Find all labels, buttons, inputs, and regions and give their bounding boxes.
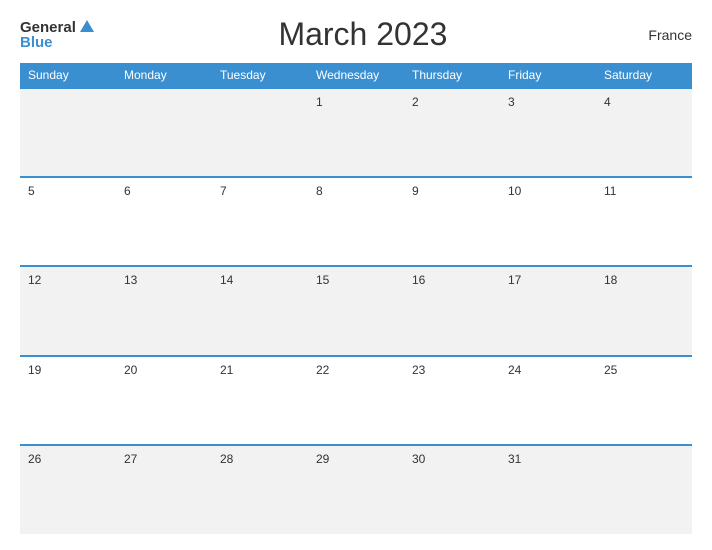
day-cell-2: 2: [404, 88, 500, 177]
day-number: 19: [28, 363, 41, 377]
day-cell-15: 15: [308, 266, 404, 355]
country-label: France: [632, 27, 692, 43]
day-number: 30: [412, 452, 425, 466]
day-number: 22: [316, 363, 329, 377]
day-cell-23: 23: [404, 356, 500, 445]
logo: General Blue: [20, 20, 94, 50]
empty-cell: [116, 88, 212, 177]
week-row-5: 26 27 28 29 30 31: [20, 445, 692, 534]
day-number: 14: [220, 273, 233, 287]
logo-blue-text: Blue: [20, 35, 94, 50]
day-cell-12: 12: [20, 266, 116, 355]
week-row-3: 12 13 14 15 16 17 18: [20, 266, 692, 355]
day-cell-5: 5: [20, 177, 116, 266]
day-number: 4: [604, 95, 611, 109]
day-number: 8: [316, 184, 323, 198]
logo-triangle-icon: [80, 20, 94, 32]
day-cell-27: 27: [116, 445, 212, 534]
day-number: 12: [28, 273, 41, 287]
day-number: 7: [220, 184, 227, 198]
empty-cell: [20, 88, 116, 177]
day-number: 17: [508, 273, 521, 287]
day-number: 9: [412, 184, 419, 198]
day-cell-13: 13: [116, 266, 212, 355]
day-number: 26: [28, 452, 41, 466]
day-cell-26: 26: [20, 445, 116, 534]
day-cell-22: 22: [308, 356, 404, 445]
week-row-1: 1 2 3 4: [20, 88, 692, 177]
day-cell-20: 20: [116, 356, 212, 445]
day-cell-9: 9: [404, 177, 500, 266]
day-number: 24: [508, 363, 521, 377]
day-cell-19: 19: [20, 356, 116, 445]
calendar-table: SundayMondayTuesdayWednesdayThursdayFrid…: [20, 63, 692, 534]
calendar-title: March 2023: [278, 16, 447, 53]
day-cell-8: 8: [308, 177, 404, 266]
day-cell-17: 17: [500, 266, 596, 355]
calendar-header: SundayMondayTuesdayWednesdayThursdayFrid…: [20, 63, 692, 88]
day-number: 23: [412, 363, 425, 377]
day-cell-11: 11: [596, 177, 692, 266]
week-row-2: 5 6 7 8 9 10 11: [20, 177, 692, 266]
empty-cell: [596, 445, 692, 534]
day-cell-31: 31: [500, 445, 596, 534]
day-number: 16: [412, 273, 425, 287]
day-cell-30: 30: [404, 445, 500, 534]
week-row-4: 19 20 21 22 23 24 25: [20, 356, 692, 445]
day-cell-21: 21: [212, 356, 308, 445]
day-cell-16: 16: [404, 266, 500, 355]
page-header: General Blue March 2023 France: [20, 16, 692, 53]
day-header-thursday: Thursday: [404, 63, 500, 88]
day-number: 31: [508, 452, 521, 466]
day-number: 18: [604, 273, 617, 287]
day-number: 29: [316, 452, 329, 466]
calendar-body: 1234567891011121314151617181920212223242…: [20, 88, 692, 534]
day-cell-3: 3: [500, 88, 596, 177]
day-number: 25: [604, 363, 617, 377]
day-number: 6: [124, 184, 131, 198]
day-number: 11: [604, 184, 616, 198]
day-header-wednesday: Wednesday: [308, 63, 404, 88]
day-header-friday: Friday: [500, 63, 596, 88]
empty-cell: [212, 88, 308, 177]
day-cell-29: 29: [308, 445, 404, 534]
day-cell-6: 6: [116, 177, 212, 266]
day-number: 21: [220, 363, 233, 377]
day-number: 10: [508, 184, 521, 198]
day-number: 27: [124, 452, 137, 466]
day-header-tuesday: Tuesday: [212, 63, 308, 88]
day-number: 5: [28, 184, 35, 198]
day-number: 3: [508, 95, 515, 109]
day-cell-25: 25: [596, 356, 692, 445]
day-number: 28: [220, 452, 233, 466]
day-cell-18: 18: [596, 266, 692, 355]
day-header-monday: Monday: [116, 63, 212, 88]
logo-general-text: General: [20, 20, 76, 35]
day-cell-4: 4: [596, 88, 692, 177]
day-header-saturday: Saturday: [596, 63, 692, 88]
day-cell-7: 7: [212, 177, 308, 266]
day-number: 15: [316, 273, 329, 287]
day-number: 2: [412, 95, 419, 109]
days-of-week-row: SundayMondayTuesdayWednesdayThursdayFrid…: [20, 63, 692, 88]
day-cell-28: 28: [212, 445, 308, 534]
day-header-sunday: Sunday: [20, 63, 116, 88]
day-cell-14: 14: [212, 266, 308, 355]
day-number: 13: [124, 273, 137, 287]
day-number: 20: [124, 363, 137, 377]
day-cell-1: 1: [308, 88, 404, 177]
day-cell-24: 24: [500, 356, 596, 445]
day-cell-10: 10: [500, 177, 596, 266]
day-number: 1: [316, 95, 323, 109]
